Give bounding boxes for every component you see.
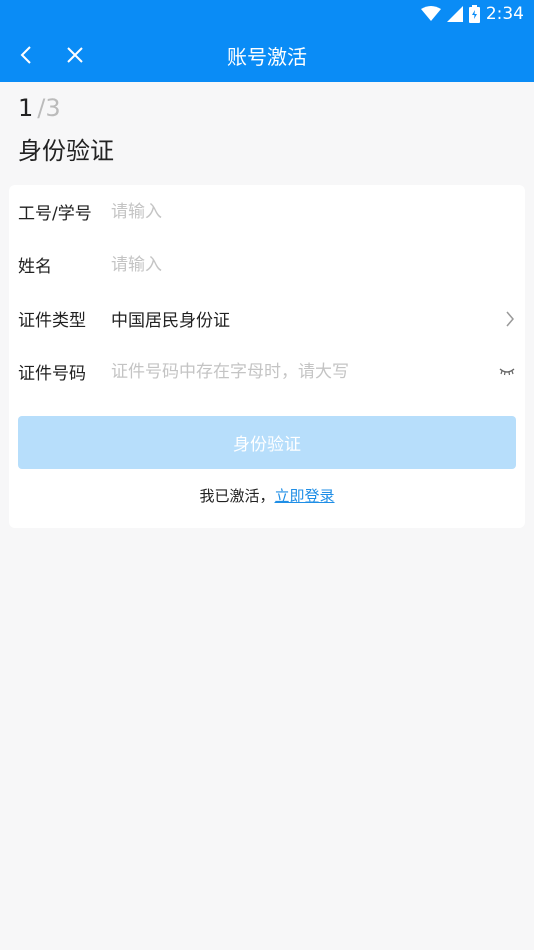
form-row-name: 姓名 bbox=[9, 238, 525, 291]
form-card: 工号/学号 姓名 证件类型 中国居民身份证 证件号码 身份验证 我已激活，立即登… bbox=[9, 185, 525, 528]
id-input[interactable] bbox=[111, 201, 491, 222]
name-label: 姓名 bbox=[18, 257, 52, 277]
status-time: 2:34 bbox=[485, 4, 524, 24]
step-current: 1 bbox=[18, 94, 34, 122]
chevron-left-icon bbox=[20, 46, 31, 64]
signal-icon bbox=[446, 6, 463, 22]
app-bar: 账号激活 bbox=[0, 28, 534, 82]
close-icon bbox=[67, 47, 83, 63]
form-row-id: 工号/学号 bbox=[9, 185, 525, 238]
eye-closed-icon[interactable] bbox=[499, 367, 515, 377]
status-bar: 2:34 bbox=[0, 0, 534, 28]
chevron-right-icon[interactable] bbox=[505, 310, 515, 328]
step-total: /3 bbox=[37, 94, 61, 122]
doc-number-label: 证件号码 bbox=[18, 364, 86, 384]
doc-type-value[interactable]: 中国居民身份证 bbox=[111, 306, 491, 331]
back-button[interactable] bbox=[4, 28, 48, 82]
section-title: 身份验证 bbox=[18, 137, 114, 165]
close-button[interactable] bbox=[53, 28, 97, 82]
login-link[interactable]: 立即登录 bbox=[275, 487, 335, 505]
battery-icon bbox=[468, 5, 480, 23]
verify-button[interactable]: 身份验证 bbox=[18, 416, 516, 469]
doc-number-input[interactable] bbox=[111, 361, 491, 382]
login-hint-text: 我已激活， bbox=[199, 487, 275, 505]
step-indicator: 1/3 bbox=[0, 82, 534, 122]
wifi-icon bbox=[420, 6, 441, 22]
form-row-doc-type[interactable]: 证件类型 中国居民身份证 bbox=[9, 292, 525, 345]
id-label: 工号/学号 bbox=[18, 204, 92, 224]
doc-type-label: 证件类型 bbox=[18, 311, 86, 331]
name-input[interactable] bbox=[111, 254, 491, 275]
form-row-doc-number: 证件号码 bbox=[9, 345, 525, 398]
login-hint: 我已激活，立即登录 bbox=[9, 485, 525, 506]
